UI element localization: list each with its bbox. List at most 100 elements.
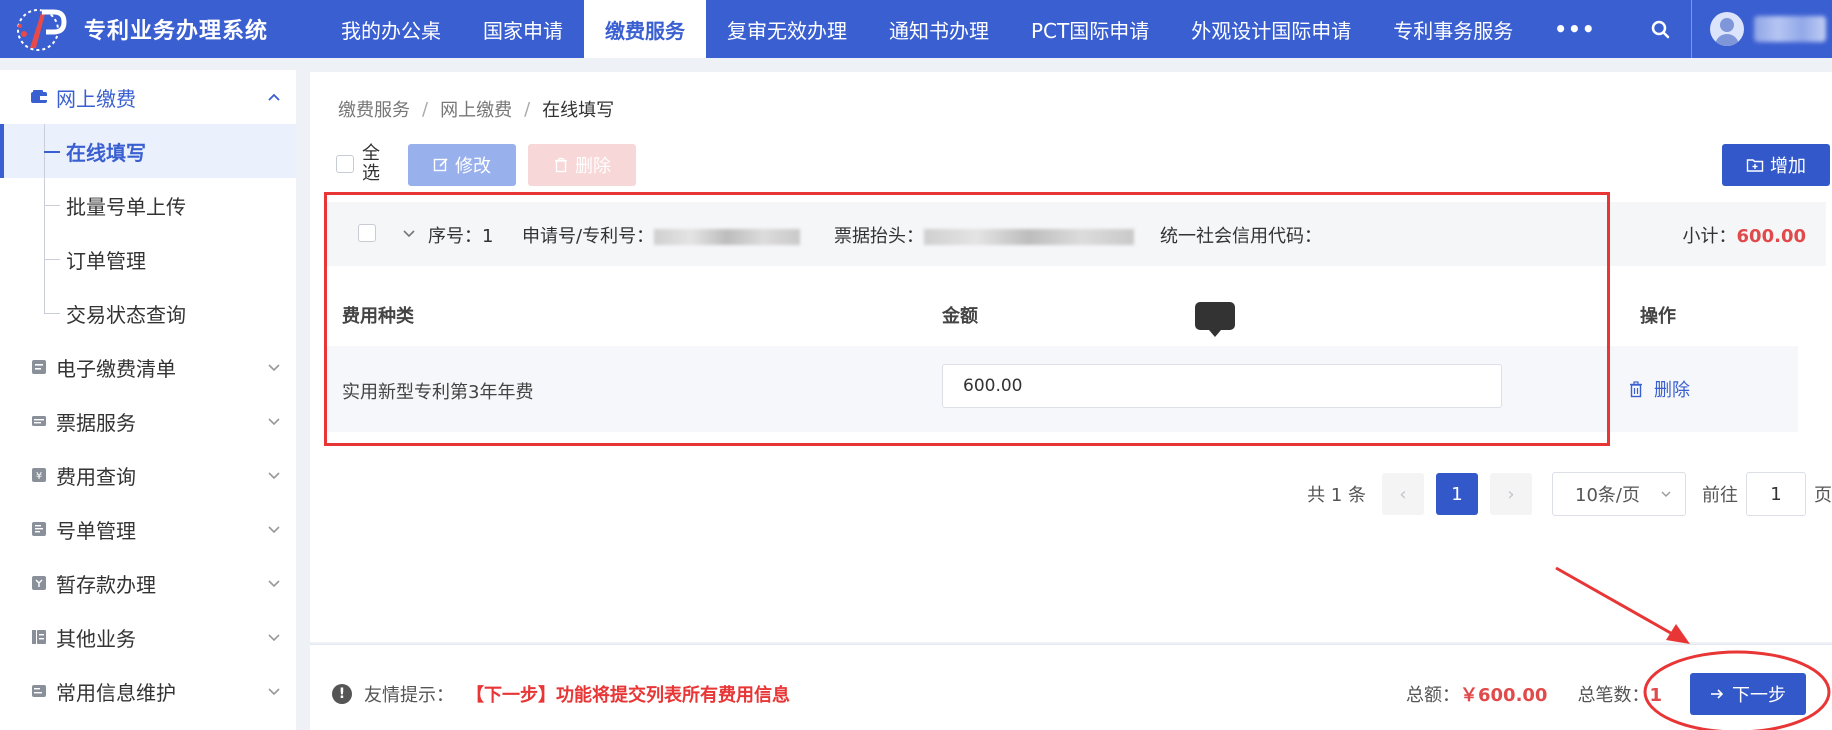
- goto-unit: 页: [1814, 485, 1832, 506]
- record-header: 序号：1 申请号/专利号： 票据抬头： 统一社会信用代码： 小计：600.00: [324, 202, 1826, 266]
- page-size-select[interactable]: 10条/页: [1552, 472, 1686, 516]
- fee-table-header: 费用种类 金额 操作: [324, 266, 1798, 346]
- top-navbar: 专利业务办理系统 我的办公桌 国家申请 缴费服务 复审无效办理 通知书办理 PC…: [0, 0, 1832, 58]
- arrow-right-icon: [1711, 689, 1724, 699]
- chevron-up-icon: [268, 93, 280, 101]
- application-number-label: 申请号/专利号：: [522, 226, 655, 247]
- select-all-checkbox[interactable]: [336, 155, 354, 173]
- chevron-down-icon: [268, 472, 280, 480]
- sidebar-item-transaction-query[interactable]: 交易状态查询: [0, 286, 296, 340]
- search-icon: [1651, 20, 1669, 39]
- nav-item-fee-service[interactable]: 缴费服务: [584, 0, 706, 58]
- chevron-down-icon: [268, 418, 280, 426]
- breadcrumb-online-payment[interactable]: 网上缴费: [440, 96, 512, 122]
- invoice-title-redacted: [924, 229, 1134, 245]
- fee-type-cell: 实用新型专利第3年年费: [342, 382, 534, 403]
- nav-item-patent-affairs[interactable]: 专利事务服务: [1372, 0, 1534, 58]
- header-fee-type: 费用种类: [342, 306, 414, 327]
- nav-item-design-international[interactable]: 外观设计国际申请: [1170, 0, 1372, 58]
- friendly-tip: ! 友情提示： 【下一步】功能将提交列表所有费用信息: [332, 681, 790, 707]
- sidebar-group-label: 电子缴费清单: [56, 356, 176, 381]
- sidebar-item-label: 批量号单上传: [66, 194, 186, 219]
- sidebar-group-label: 费用查询: [56, 464, 136, 489]
- sidebar-group-ticket-service[interactable]: 票据服务: [0, 394, 296, 448]
- edit-button[interactable]: 修改: [408, 144, 516, 186]
- total-amount: 总额：￥600.00: [1406, 681, 1547, 707]
- sidebar-group-fee-list[interactable]: 电子缴费清单: [0, 340, 296, 394]
- search-button[interactable]: [1628, 0, 1692, 58]
- total-count: 总笔数：1: [1577, 681, 1662, 707]
- sidebar-item-order-management[interactable]: 订单管理: [0, 232, 296, 286]
- sidebar-group-fee-query[interactable]: ¥ 费用查询: [0, 448, 296, 502]
- nav-item-reexamination[interactable]: 复审无效办理: [706, 0, 868, 58]
- ticket-icon: [30, 413, 48, 429]
- sidebar-group-label: 其他业务: [56, 626, 136, 651]
- total-count-value: 1: [1649, 685, 1662, 706]
- sidebar-group-label: 常用信息维护: [56, 680, 176, 705]
- sidebar-item-batch-upload[interactable]: 批量号单上传: [0, 178, 296, 232]
- edit-icon: [433, 158, 448, 172]
- yuan-icon: ¥: [30, 467, 48, 483]
- nav-item-my-desk[interactable]: 我的办公桌: [320, 0, 462, 58]
- total-amount-label: 总额：: [1406, 685, 1460, 706]
- next-step-button[interactable]: 下一步: [1690, 673, 1806, 715]
- total-amount-value: ￥600.00: [1460, 685, 1548, 706]
- sidebar-item-label: 订单管理: [66, 248, 146, 273]
- invoice-title-label: 票据抬头：: [834, 226, 924, 247]
- app-title: 专利业务办理系统: [84, 19, 269, 44]
- sidebar-group-deposit[interactable]: 暂存款办理: [0, 556, 296, 610]
- chevron-down-icon: [268, 526, 280, 534]
- chevron-down-icon[interactable]: [400, 224, 418, 242]
- row-delete-button[interactable]: 删除: [1628, 376, 1690, 402]
- pagination-next-button[interactable]: ›: [1490, 473, 1532, 515]
- nav-item-notice[interactable]: 通知书办理: [868, 0, 1010, 58]
- header-amount: 金额: [942, 306, 978, 327]
- tip-text: 【下一步】功能将提交列表所有费用信息: [466, 685, 790, 706]
- sidebar: 网上缴费 在线填写 批量号单上传 订单管理 交易状态查询 电子缴费清单 票据服务…: [0, 70, 296, 730]
- active-indicator: [0, 124, 4, 178]
- record-checkbox[interactable]: [358, 224, 376, 242]
- chevron-down-icon: [268, 364, 280, 372]
- user-name-redacted: [1754, 16, 1826, 42]
- edit-button-label: 修改: [455, 156, 491, 177]
- sidebar-group-online-payment[interactable]: 网上缴费: [0, 70, 296, 124]
- totals: 总额：￥600.00 总笔数：1: [1406, 681, 1662, 707]
- sidebar-group-common-info[interactable]: 常用信息维护: [0, 664, 296, 718]
- sidebar-item-label: 交易状态查询: [66, 302, 186, 327]
- breadcrumb-fee-service[interactable]: 缴费服务: [338, 96, 410, 122]
- select-all: 全选: [336, 144, 382, 184]
- sidebar-item-online-fill[interactable]: 在线填写: [0, 124, 296, 178]
- breadcrumb-separator: /: [422, 98, 429, 120]
- deposit-icon: [30, 575, 48, 591]
- delete-button-label: 删除: [575, 156, 611, 177]
- pagination-prev-button[interactable]: ‹: [1382, 473, 1424, 515]
- goto-page-input[interactable]: 1: [1746, 472, 1806, 516]
- user-menu[interactable]: [1692, 0, 1832, 58]
- sidebar-item-label: 在线填写: [66, 140, 146, 165]
- record-invoice-title: 票据抬头：: [834, 222, 1134, 248]
- pagination-page-1[interactable]: 1: [1436, 473, 1478, 515]
- breadcrumb-separator: /: [524, 98, 531, 120]
- nav-item-pct[interactable]: PCT国际申请: [1010, 0, 1170, 58]
- breadcrumb: 缴费服务 / 网上缴费 / 在线填写: [338, 96, 614, 122]
- chevron-down-icon: [268, 688, 280, 696]
- chevron-down-icon: [268, 634, 280, 642]
- subtotal-value: 600.00: [1736, 226, 1806, 247]
- delete-button[interactable]: 删除: [528, 144, 636, 186]
- record-credit-code: 统一社会信用代码：: [1160, 222, 1322, 248]
- record-seq-label: 序号：: [428, 226, 482, 247]
- pagination: 共 1 条 ‹ 1 › 10条/页 前往 1 页: [1307, 472, 1832, 516]
- next-step-label: 下一步: [1732, 685, 1786, 706]
- row-delete-label: 删除: [1654, 380, 1690, 401]
- main-nav: 我的办公桌 国家申请 缴费服务 复审无效办理 通知书办理 PCT国际申请 外观设…: [320, 0, 1616, 58]
- tip-label: 友情提示：: [364, 685, 454, 706]
- sidebar-group-other-business[interactable]: 其他业务: [0, 610, 296, 664]
- page-jumper: 前往 1 页: [1702, 472, 1832, 516]
- sidebar-group-label: 网上缴费: [56, 86, 136, 111]
- app-logo[interactable]: 专利业务办理系统: [0, 0, 320, 58]
- amount-input[interactable]: 600.00: [942, 364, 1502, 408]
- sidebar-group-number-management[interactable]: 号单管理: [0, 502, 296, 556]
- nav-more-button[interactable]: •••: [1534, 0, 1615, 58]
- add-button[interactable]: 增加: [1722, 144, 1830, 186]
- nav-item-national-application[interactable]: 国家申请: [462, 0, 584, 58]
